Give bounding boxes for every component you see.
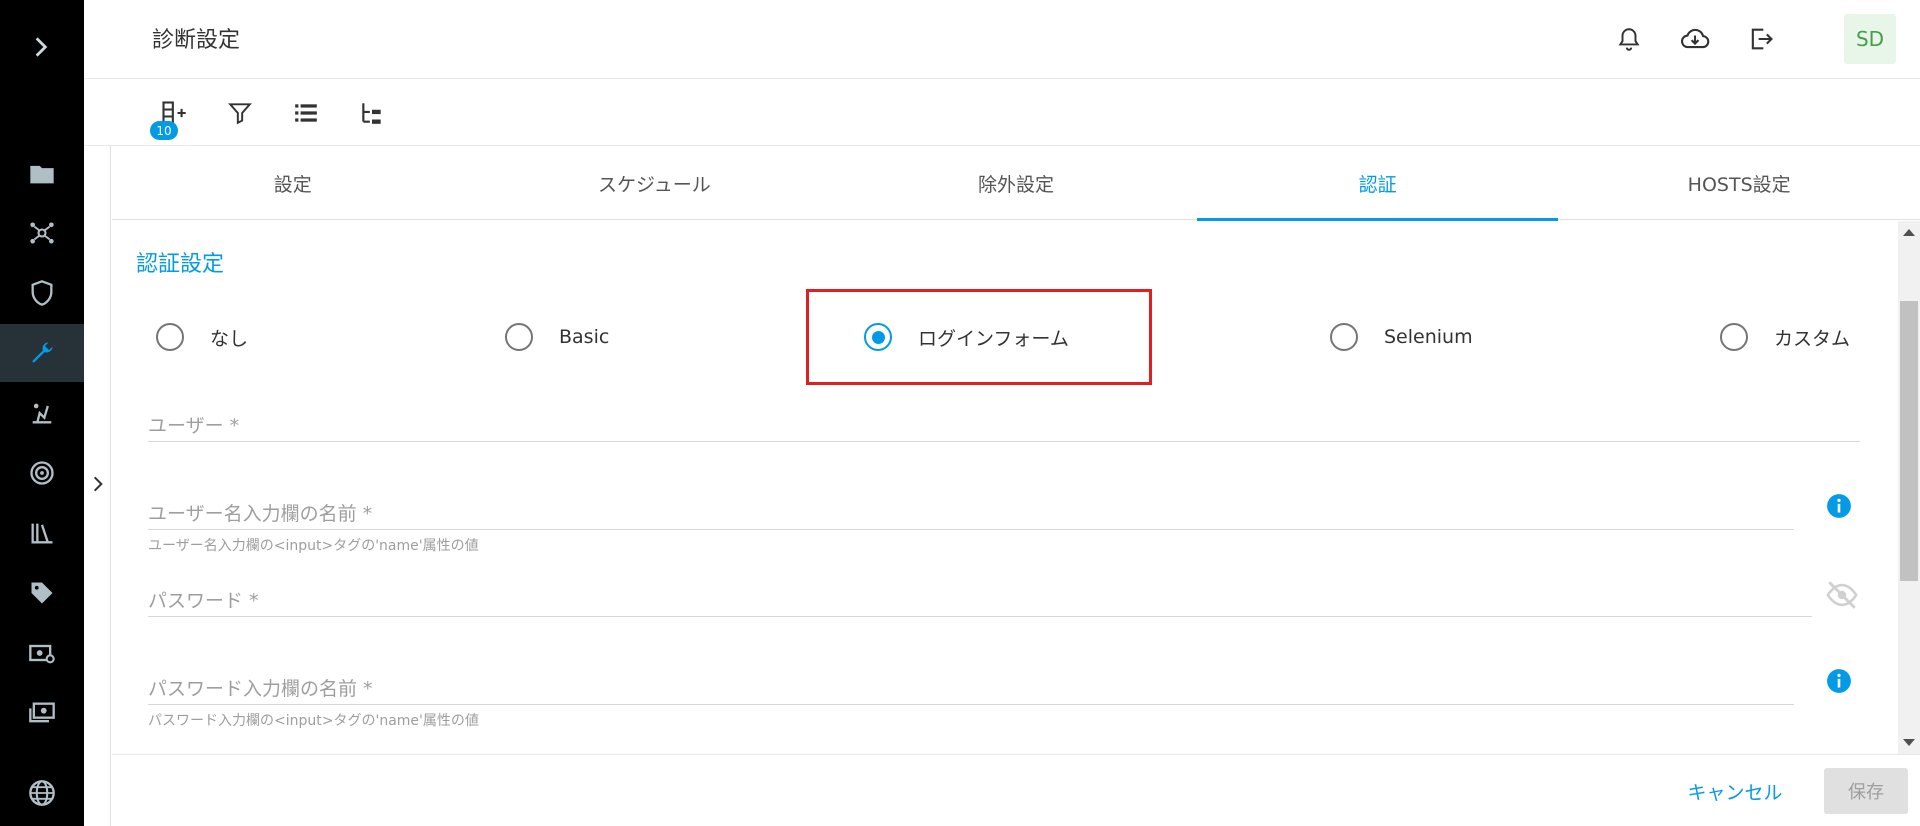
auth-option-label: なし <box>210 327 249 350</box>
tab-settings[interactable]: 設定 <box>112 146 474 220</box>
user-avatar[interactable]: SD <box>1844 14 1896 64</box>
sidebar-item-library[interactable] <box>0 504 84 562</box>
auth-option-login-form[interactable]: ログインフォーム <box>864 321 1069 353</box>
auth-option-custom[interactable]: カスタム <box>1720 321 1850 353</box>
scroll-down-arrow[interactable] <box>1903 739 1915 746</box>
list-view-button[interactable] <box>290 97 322 129</box>
cancel-button[interactable]: キャンセル <box>1680 768 1790 814</box>
radar-icon <box>30 461 54 485</box>
password-field-name-help: パスワード入力欄の<input>タグの'name'属性の値 <box>148 713 479 729</box>
payment-icon <box>29 702 55 723</box>
scan-icon <box>32 403 52 424</box>
auth-option-basic[interactable]: Basic <box>505 321 609 353</box>
user-name-field-name-label: ユーザー名入力欄の名前 * <box>148 503 373 525</box>
sidebar-item-radar[interactable] <box>0 444 84 502</box>
filter-icon <box>228 103 252 125</box>
tree-view-button[interactable] <box>356 97 388 129</box>
wrench-icon <box>32 342 53 363</box>
info-icon[interactable] <box>1826 493 1852 519</box>
network-icon <box>30 222 54 244</box>
list-icon <box>295 104 317 122</box>
tab-authentication[interactable]: 認証 <box>1196 146 1559 221</box>
sidebar-item-tags[interactable] <box>0 564 84 622</box>
settings-tabs: 設定 スケジュール 除外設定 認証 HOSTS設定 <box>112 146 1920 221</box>
password-field-name-label: パスワード入力欄の名前 * <box>148 678 373 700</box>
sidebar-item-billing[interactable] <box>0 624 84 682</box>
billing-icon <box>29 644 55 664</box>
radio-checked-icon <box>864 323 892 351</box>
auth-option-label: カスタム <box>1774 327 1851 350</box>
radio-icon <box>1330 323 1358 351</box>
sidebar-item-payments[interactable] <box>0 684 84 742</box>
toolbar: 10 <box>84 79 1920 146</box>
tag-icon <box>31 582 53 604</box>
cloud-download-icon[interactable] <box>1680 24 1710 54</box>
logout-icon[interactable] <box>1746 24 1776 54</box>
item-count-badge: 10 <box>150 121 178 140</box>
globe-icon <box>29 780 55 806</box>
tree-icon <box>362 103 381 124</box>
sidebar-item-network[interactable] <box>0 204 84 262</box>
tab-exclusions[interactable]: 除外設定 <box>835 146 1197 220</box>
page-title: 診断設定 <box>152 28 241 53</box>
expand-panel-icon[interactable] <box>88 474 108 494</box>
sidebar-item-security[interactable] <box>0 264 84 322</box>
section-title: 認証設定 <box>136 252 225 277</box>
user-name-field-name-input[interactable]: ユーザー名入力欄の名前 * ユーザー名入力欄の<input>タグの'name'属… <box>148 499 1794 555</box>
tab-hosts[interactable]: HOSTS設定 <box>1558 146 1920 220</box>
auth-option-label: ログインフォーム <box>918 327 1069 350</box>
secondary-panel <box>84 146 111 826</box>
library-icon <box>31 523 53 544</box>
user-field-label: ユーザー * <box>148 415 240 437</box>
scroll-up-arrow[interactable] <box>1903 229 1915 236</box>
content-scrollbar[interactable] <box>1898 221 1920 754</box>
main-sidebar <box>0 0 84 826</box>
password-field-label: パスワード * <box>148 590 259 612</box>
auth-option-none[interactable]: なし <box>156 321 248 353</box>
filter-button[interactable] <box>224 97 256 129</box>
radio-icon <box>156 323 184 351</box>
radio-icon <box>505 323 533 351</box>
form-footer: キャンセル 保存 <box>112 754 1920 826</box>
info-icon[interactable] <box>1826 668 1852 694</box>
folder-icon <box>30 165 54 184</box>
auth-settings-panel: 認証設定 なし Basic ログインフォーム Selenium カスタム ユーザ… <box>112 221 1898 754</box>
sidebar-item-language[interactable] <box>0 764 84 822</box>
auth-option-selenium[interactable]: Selenium <box>1330 321 1473 353</box>
sidebar-item-folders[interactable] <box>0 145 84 203</box>
sidebar-expand-icon[interactable] <box>26 32 56 62</box>
user-field[interactable]: ユーザー * <box>148 411 1860 442</box>
user-name-field-help: ユーザー名入力欄の<input>タグの'name'属性の値 <box>148 538 479 554</box>
app-header: 診断設定 SD <box>84 0 1920 79</box>
auth-option-label: Selenium <box>1384 326 1473 348</box>
sidebar-item-scan[interactable] <box>0 384 84 442</box>
visibility-off-icon[interactable] <box>1825 578 1859 612</box>
radio-icon <box>1720 323 1748 351</box>
sidebar-item-settings[interactable] <box>0 324 84 382</box>
shield-icon <box>31 280 53 306</box>
scroll-thumb[interactable] <box>1900 301 1918 581</box>
password-field-name-input[interactable]: パスワード入力欄の名前 * パスワード入力欄の<input>タグの'name'属… <box>148 674 1794 730</box>
auth-option-label: Basic <box>559 326 610 348</box>
tab-schedule[interactable]: スケジュール <box>474 146 836 220</box>
bell-icon[interactable] <box>1614 24 1644 54</box>
save-button[interactable]: 保存 <box>1824 768 1908 814</box>
password-field[interactable]: パスワード * <box>148 586 1812 617</box>
